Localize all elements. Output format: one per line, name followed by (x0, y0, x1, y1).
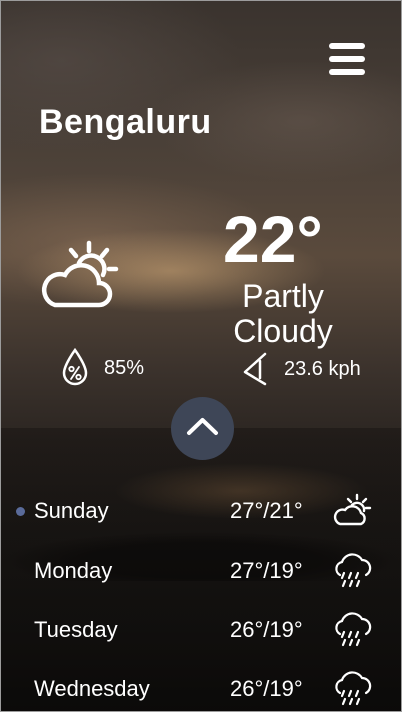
forecast-temp-range: 27°/19° (230, 558, 303, 583)
forecast-row-monday[interactable]: Monday 27°/19° (1, 541, 401, 599)
humidity-value: 85% (104, 357, 145, 379)
city-name: Bengaluru (39, 103, 212, 141)
current-condition: Partly Cloudy (233, 278, 333, 349)
rain-cloud-icon (335, 671, 372, 706)
forecast-day: Wednesday (34, 676, 150, 701)
partly-cloudy-day-icon (333, 493, 372, 526)
expand-forecast-button[interactable] (171, 397, 234, 460)
forecast-row-wednesday[interactable]: Wednesday 26°/19° (1, 659, 401, 711)
forecast-temp-range: 27°/21° (230, 498, 303, 523)
wind-speed-value: 23.6 kph (284, 358, 361, 380)
partly-cloudy-day-icon (41, 240, 119, 308)
current-temperature: 22° (223, 202, 323, 276)
page-indicator-dot (16, 507, 25, 516)
rain-cloud-icon (335, 612, 372, 647)
chevron-up-icon (187, 418, 218, 435)
forecast-temp-range: 26°/19° (230, 617, 303, 642)
menu-button[interactable] (329, 43, 365, 75)
forecast-day: Tuesday (34, 617, 118, 642)
menu-bar (329, 56, 365, 62)
menu-bar (329, 69, 365, 75)
forecast-temp-range: 26°/19° (230, 676, 303, 701)
forecast-row-sunday[interactable]: Sunday 27°/21° (1, 481, 401, 539)
forecast-day: Monday (34, 558, 113, 583)
weather-screen: Bengaluru 22° Partly Cloudy 85% 23.6 kph (0, 0, 402, 712)
wind-direction-icon (243, 352, 267, 386)
forecast-day: Sunday (34, 498, 109, 523)
rain-cloud-icon (335, 553, 372, 588)
forecast-row-tuesday[interactable]: Tuesday 26°/19° (1, 600, 401, 658)
menu-bar (329, 43, 365, 49)
humidity-drop-icon (62, 347, 88, 386)
